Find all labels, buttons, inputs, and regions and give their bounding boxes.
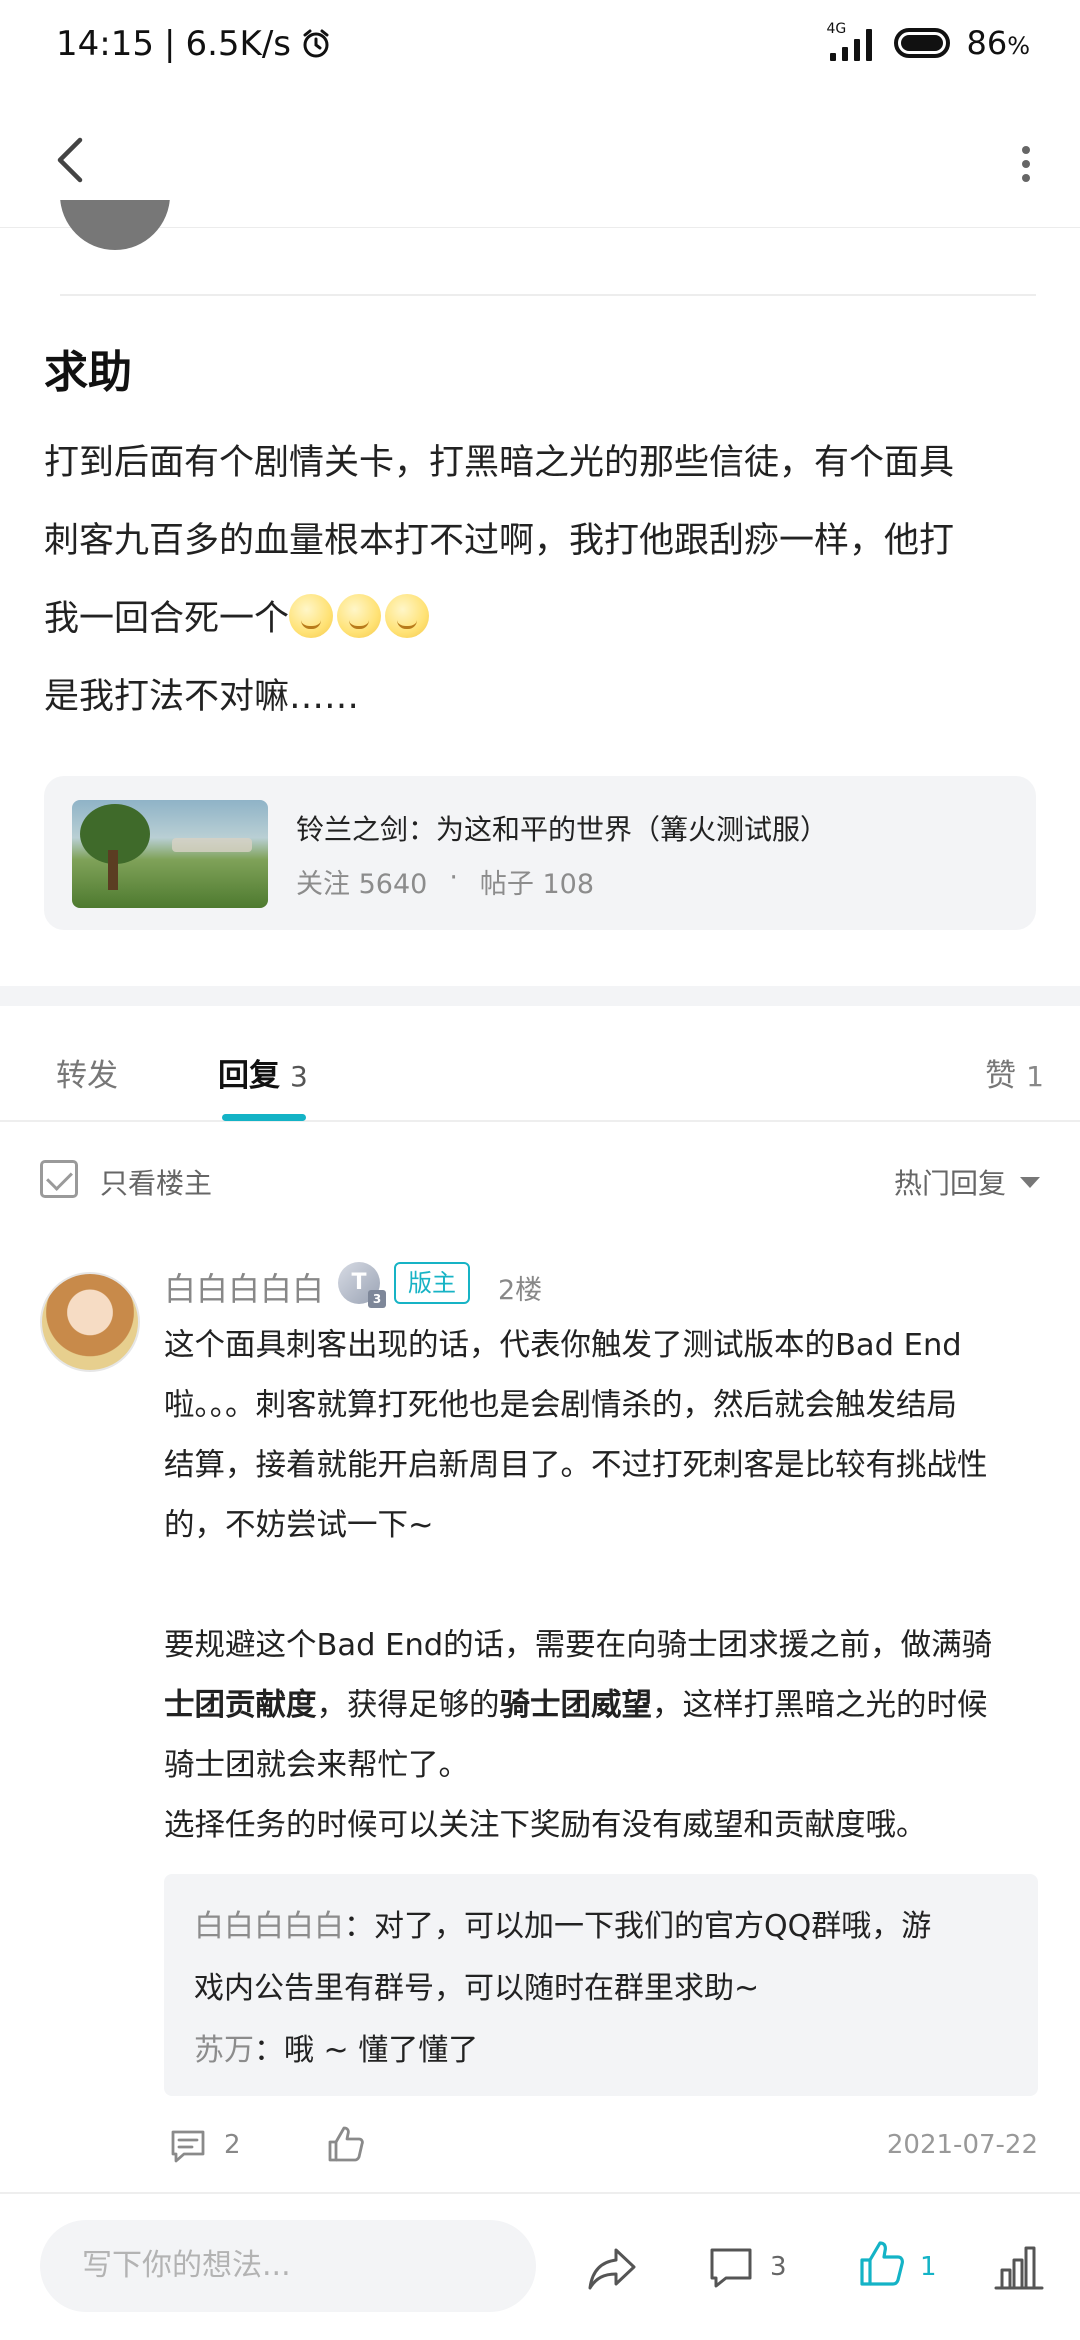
chevron-left-icon[interactable] [40, 128, 104, 192]
post-body-line: 刺客九百多的血量根本打不过啊，我打他跟刮痧一样，他打 [44, 521, 955, 561]
follow-label: 关注 [296, 869, 350, 900]
reply-bold-text: 士团贡献度 [164, 1688, 317, 1723]
reply-filter-row: 只看楼主 热门回复 [0, 1124, 1080, 1234]
status-network-speed: 6.5K/s [185, 24, 291, 64]
post-body: 打到后面有个剧情关卡，打黑暗之光的那些信徒，有个面具 刺客九百多的血量根本打不过… [44, 424, 1044, 736]
reply-text: ，获得足够的 [316, 1688, 500, 1723]
bottom-bar: 写下你的想法... 3 1 [0, 2192, 1080, 2340]
signal-icon: 4G [826, 21, 878, 61]
author-divider [60, 294, 1036, 296]
caret-down-icon [1020, 1176, 1040, 1188]
sub-reply-author[interactable]: 白白白白白 [194, 1909, 344, 1944]
thumbs-up-icon[interactable] [856, 2238, 908, 2290]
sub-reply-text: 对了，可以加一下我们的官方QQ群哦，游 [374, 1909, 932, 1944]
tab-like-count: 1 [1026, 1060, 1044, 1093]
sub-reply-colon: ： [344, 1909, 374, 1944]
reply-line: 骑士团就会来帮忙了。 [164, 1748, 469, 1783]
post-body-line-text: 我一回合死一个 [44, 599, 290, 639]
reply-text: ，这样打黑暗之光的时候 [652, 1688, 988, 1723]
thumbs-up-icon[interactable] [324, 2122, 368, 2166]
avatar[interactable] [40, 1272, 140, 1372]
status-time: 14:15 [56, 24, 154, 64]
alarm-icon [303, 29, 329, 58]
sub-reply-author[interactable]: 苏万 [194, 2033, 254, 2068]
follow-stat: 关注 5640 [296, 862, 427, 901]
posts-label: 帖子 [479, 869, 534, 900]
tab-reply-count: 3 [290, 1060, 308, 1093]
game-stats: 关注 5640 · 帖子 108 [296, 862, 594, 901]
smirk-moon-face-emoji [337, 594, 382, 638]
game-thumbnail [72, 800, 268, 908]
sub-reply: 苏万：哦 ~ 懂了懂了 [194, 2020, 1008, 2082]
tab-forward[interactable]: 转发 [56, 1050, 118, 1095]
sub-reply-text: 哦 ~ 懂了懂了 [284, 2033, 479, 2068]
tab-like[interactable]: 赞1 [985, 1050, 1044, 1095]
tab-reply-label: 回复 [218, 1058, 280, 1094]
status-bar: 14:15 | 6.5K/s 4G 86% [0, 0, 1080, 96]
only-op-label[interactable]: 只看楼主 [100, 1162, 212, 1202]
network-type: 4G [826, 21, 847, 37]
reply-body: 这个面具刺客出现的话，代表你触发了测试版本的Bad End 啦。。。刺客就算打死… [164, 1316, 1044, 1856]
sort-label: 热门回复 [893, 1167, 1006, 1200]
author-avatar-peek[interactable] [60, 200, 170, 250]
reply-bold-text: 骑士团威望 [499, 1688, 653, 1723]
bottom-like-count: 1 [920, 2252, 937, 2282]
sub-reply-continued: 戏内公告里有群号，可以随时在群里求助~ [194, 1971, 760, 2006]
tab-active-indicator [222, 1114, 306, 1121]
post-body-line: 我一回合死一个 [44, 580, 1044, 658]
smirk-moon-face-emoji [385, 594, 430, 638]
stat-dot: · [449, 862, 458, 893]
floor-number: 2楼 [498, 1275, 543, 1306]
status-right: 4G 86% [826, 21, 1030, 62]
reply-line: 要规避这个Bad End的话，需要在向骑士团求援之前，做满骑 [164, 1628, 993, 1663]
post-body-line: 打到后面有个剧情关卡，打黑暗之光的那些信徒，有个面具 [44, 443, 955, 483]
comment-icon[interactable] [168, 2126, 208, 2166]
battery-unit: % [1007, 32, 1030, 60]
only-op-checkbox[interactable] [40, 1160, 78, 1198]
reply-comment-count: 2 [224, 2130, 241, 2160]
sub-replies[interactable]: 白白白白白：对了，可以加一下我们的官方QQ群哦，游 戏内公告里有群号，可以随时在… [164, 1874, 1038, 2096]
post-title: 求助 [44, 347, 132, 398]
level-badge-letter: T [351, 1270, 367, 1295]
reply-author[interactable]: 白白白白白 [164, 1264, 324, 1310]
status-separator: | [163, 24, 176, 64]
battery-level: 86% [966, 24, 1030, 62]
follow-count: 5640 [358, 869, 428, 900]
moderator-badge: 版主 [394, 1262, 470, 1304]
tab-reply[interactable]: 回复 3 [218, 1050, 308, 1095]
reply-line: 结算，接着就能开启新周目了。不过打死刺客是比较有挑战性 [164, 1448, 988, 1483]
sub-reply-colon: ： [254, 2033, 284, 2068]
reply-line: 的，不妨尝试一下~ [164, 1508, 434, 1543]
level-badge-number: 3 [368, 1290, 386, 1308]
comment-input[interactable]: 写下你的想法... [40, 2220, 536, 2312]
game-name: 铃兰之剑：为这和平的世界（篝火测试服） [296, 813, 829, 846]
section-divider [0, 986, 1080, 1006]
posts-count: 108 [542, 869, 595, 900]
reply-line: 啦。。。刺客就算打死他也是会剧情杀的，然后就会触发结局 [164, 1388, 957, 1423]
more-vertical-icon[interactable] [1002, 132, 1050, 196]
bottom-comment-count: 3 [770, 2252, 787, 2282]
tab-like-label: 赞 [985, 1058, 1017, 1094]
battery-icon [894, 28, 951, 58]
comment-icon[interactable] [706, 2242, 756, 2292]
smirk-moon-face-emoji [289, 594, 334, 638]
post-tabs: 转发 回复 3 赞1 [0, 1006, 1080, 1122]
reply-line: 士团贡献度，获得足够的骑士团威望，这样打黑暗之光的时候 [164, 1676, 1044, 1736]
sub-reply: 白白白白白：对了，可以加一下我们的官方QQ群哦，游 [194, 1896, 1008, 1958]
reply-date: 2021-07-22 [886, 2130, 1038, 2160]
battery-percent: 86 [966, 24, 1008, 62]
share-icon[interactable] [584, 2240, 640, 2296]
posts-stat: 帖子 108 [480, 862, 594, 901]
reply-actions: 2 2021-07-22 [164, 2122, 1038, 2180]
reply-line: 这个面具刺客出现的话，代表你触发了测试版本的Bad End [164, 1328, 962, 1363]
reply-line: 选择任务的时候可以关注下奖励有没有威望和贡献度哦。 [164, 1808, 927, 1843]
game-forum-card[interactable]: 铃兰之剑：为这和平的世界（篝火测试服） 关注 5640 · 帖子 108 [44, 776, 1036, 930]
status-left: 14:15 | 6.5K/s [56, 24, 331, 64]
sort-dropdown[interactable]: 热门回复 [894, 1162, 1040, 1202]
post-body-line: 是我打法不对嘛…… [44, 677, 360, 717]
bar-chart-icon[interactable] [992, 2240, 1046, 2294]
level-badge: T 3 [338, 1262, 386, 1308]
